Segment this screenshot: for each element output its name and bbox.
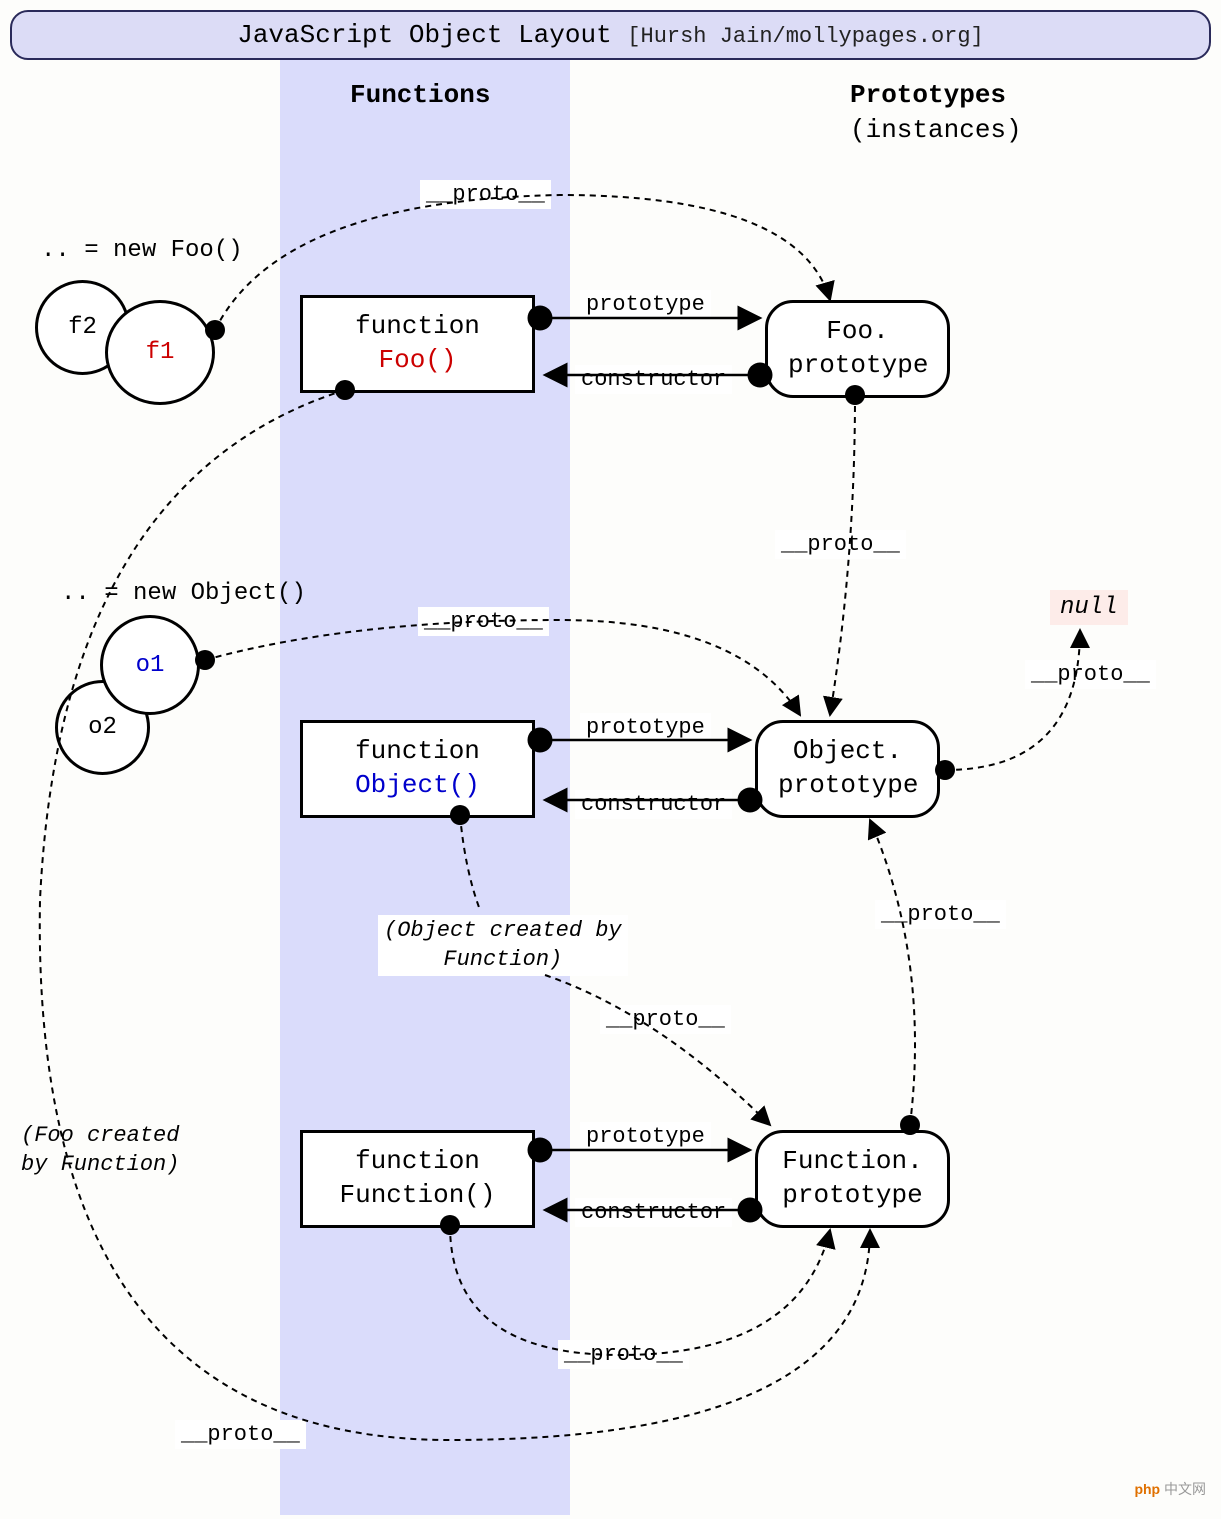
title-bar: JavaScript Object Layout [Hursh Jain/mol… — [10, 10, 1211, 60]
function-foo-box: function Foo() — [300, 295, 535, 393]
constructor-label-1: constructor — [575, 365, 732, 394]
proto-label-5: __proto__ — [875, 900, 1006, 929]
prototype-label-3: prototype — [580, 1122, 711, 1151]
proto-label-3: __proto__ — [418, 607, 549, 636]
proto-label-1: __proto__ — [420, 180, 551, 209]
prototypes-header: Prototypes — [850, 80, 1006, 110]
proto-label-8: __proto__ — [175, 1420, 306, 1449]
null-box: null — [1050, 590, 1128, 625]
function-function-name: Function() — [323, 1179, 512, 1213]
function-foo-name: Foo() — [323, 344, 512, 378]
functions-header: Functions — [350, 80, 490, 110]
title-main: JavaScript Object Layout — [237, 20, 611, 50]
function-object-box: function Object() — [300, 720, 535, 818]
foo-proto-line2: prototype — [788, 349, 927, 383]
foo-prototype-box: Foo. prototype — [765, 300, 950, 398]
function-object-word: function — [323, 735, 512, 769]
function-function-word: function — [323, 1145, 512, 1179]
f1-circle: f1 — [105, 300, 215, 405]
constructor-label-3: constructor — [575, 1198, 732, 1227]
prototype-label-2: prototype — [580, 713, 711, 742]
foo-proto-line1: Foo. — [788, 315, 927, 349]
o1-circle: o1 — [100, 615, 200, 715]
constructor-label-2: constructor — [575, 790, 732, 819]
o1-label: o1 — [136, 652, 165, 679]
foo-created-label: (Foo created by Function) — [15, 1120, 185, 1181]
object-proto-line2: prototype — [778, 769, 917, 803]
instances-header: (instances) — [850, 115, 1022, 145]
prototype-label-1: prototype — [580, 290, 711, 319]
function-prototype-box: Function. prototype — [755, 1130, 950, 1228]
watermark-brand: php — [1134, 1481, 1160, 1497]
o2-label: o2 — [88, 714, 117, 741]
new-foo-label: .. = new Foo() — [35, 235, 249, 266]
new-object-label: .. = new Object() — [55, 578, 312, 609]
object-proto-line1: Object. — [778, 735, 917, 769]
proto-label-4: __proto__ — [1025, 660, 1156, 689]
object-created-label: (Object created by Function) — [378, 915, 628, 976]
watermark-text: 中文网 — [1164, 1481, 1206, 1497]
arrows-overlay — [0, 0, 1221, 1519]
f1-label: f1 — [146, 339, 175, 366]
function-proto-line1: Function. — [778, 1145, 927, 1179]
function-object-name: Object() — [355, 770, 480, 800]
title-sub: [Hursh Jain/mollypages.org] — [627, 24, 983, 49]
watermark: php 中文网 — [1134, 1479, 1206, 1499]
function-proto-line2: prototype — [778, 1179, 927, 1213]
function-function-box: function Function() — [300, 1130, 535, 1228]
function-foo-word: function — [323, 310, 512, 344]
proto-label-2: __proto__ — [775, 530, 906, 559]
proto-label-7: __proto__ — [558, 1340, 689, 1369]
f2-label: f2 — [68, 314, 97, 341]
object-prototype-box: Object. prototype — [755, 720, 940, 818]
proto-label-6: __proto__ — [600, 1005, 731, 1034]
